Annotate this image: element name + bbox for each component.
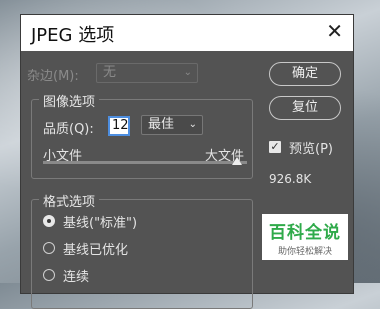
quality-slider-handle[interactable] — [232, 157, 242, 165]
watermark-main-text: 百科全说 — [269, 223, 341, 243]
image-options-legend: 图像选项 — [39, 91, 100, 110]
quality-slider[interactable] — [43, 161, 247, 164]
matte-value: 无 — [103, 65, 117, 80]
matte-select[interactable]: 无 ⌄ — [96, 63, 198, 83]
watermark-logo: 百科全说 助你轻松解决 — [262, 214, 348, 260]
baseline-optimized-label: 基线已优化 — [63, 243, 129, 258]
dialog-title: JPEG 选项 — [31, 25, 115, 46]
chevron-down-icon: ⌄ — [183, 67, 192, 78]
file-size: 926.8K — [269, 172, 312, 186]
quality-value: 12 — [112, 118, 129, 133]
quality-preset-select[interactable]: 最佳 ⌄ — [141, 115, 203, 135]
title-bar: JPEG 选项 ✕ — [21, 15, 353, 51]
quality-preset-value: 最佳 — [148, 117, 175, 132]
quality-label: 品质(Q): — [43, 122, 94, 137]
matte-label: 杂边(M): — [27, 69, 79, 84]
format-options-legend: 格式选项 — [39, 191, 100, 210]
close-icon[interactable]: ✕ — [326, 19, 343, 43]
radio-baseline-optimized[interactable] — [43, 242, 55, 254]
image-options-group — [31, 99, 253, 179]
chevron-down-icon: ⌄ — [188, 119, 197, 130]
progressive-label: 连续 — [63, 270, 90, 285]
preview-checkbox[interactable]: ✓ — [269, 141, 281, 153]
quality-input[interactable]: 12 — [108, 116, 130, 136]
watermark-sub-text: 助你轻松解决 — [277, 247, 332, 257]
radio-baseline-standard[interactable] — [43, 215, 55, 227]
radio-progressive[interactable] — [43, 269, 55, 281]
reset-button[interactable]: 复位 — [269, 96, 341, 120]
preview-label: 预览(P) — [289, 142, 333, 157]
baseline-standard-label: 基线("标准") — [63, 216, 138, 231]
ok-button[interactable]: 确定 — [269, 62, 341, 86]
